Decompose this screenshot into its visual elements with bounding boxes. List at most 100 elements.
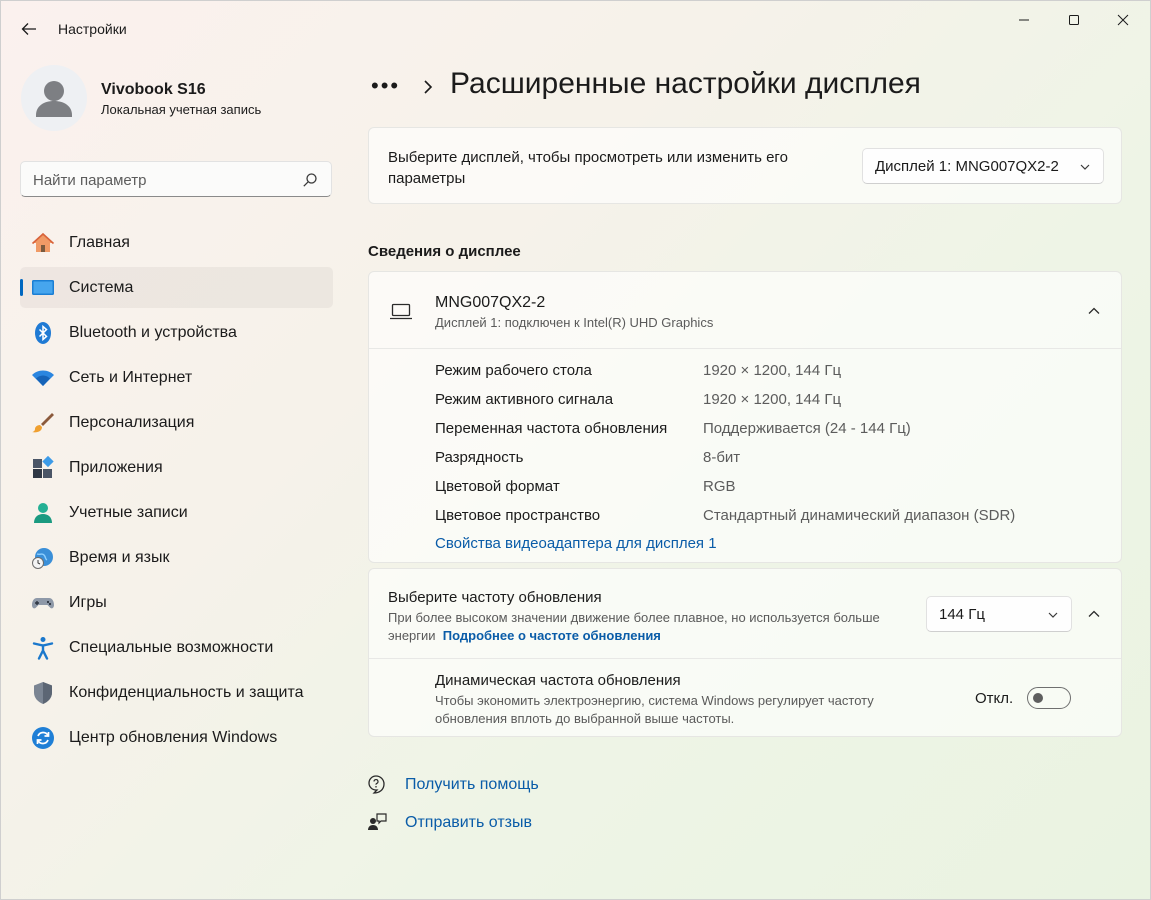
settings-window: Настройки Vivobook S16 Локальная учетная… [0,0,1151,900]
sidebar-item-label: Приложения [69,459,163,476]
sidebar-item-accounts[interactable]: Учетные записи [20,492,333,533]
sidebar-item-label: Система [69,279,134,296]
display-connection: Дисплей 1: подключен к Intel(R) UHD Grap… [435,315,714,330]
maximize-icon [1069,15,1079,25]
sidebar-item-network[interactable]: Сеть и Интернет [20,357,333,398]
windows-update-icon [31,726,55,750]
info-key: Переменная частота обновления [435,420,668,437]
bluetooth-icon [31,321,55,345]
sidebar-item-label: Персонализация [69,414,195,431]
refresh-rate-card: Выберите частоту обновления При более вы… [368,568,1122,737]
apps-icon [31,456,55,480]
refresh-rate-description: При более высоком значении движение боле… [388,609,908,645]
sidebar-item-label: Центр обновления Windows [69,729,278,746]
chevron-up-icon[interactable] [1087,607,1101,621]
adapter-properties-link[interactable]: Свойства видеоадаптера для дисплея 1 [435,535,717,552]
sidebar-item-personalization[interactable]: Персонализация [20,402,333,443]
help-chat-icon [368,775,385,794]
sidebar-nav: Главная Система Bluetooth и устройства С… [20,222,333,762]
sidebar-item-label: Учетные записи [69,504,188,521]
sidebar-item-accessibility[interactable]: Специальные возможности [20,627,333,668]
chevron-right-icon [424,80,433,94]
refresh-rate-dropdown[interactable]: 144 Гц [926,596,1072,632]
chevron-down-icon [1080,164,1090,170]
info-value: 8-бит [703,449,741,466]
feedback-icon [368,813,387,830]
back-button[interactable] [15,17,43,41]
sidebar-item-home[interactable]: Главная [20,222,333,263]
profile-name: Vivobook S16 [101,81,206,98]
refresh-rate-learn-more-link[interactable]: Подробнее о частоте обновления [443,628,661,643]
info-row: Цветовой формат RGB [435,476,1095,505]
avatar [21,65,87,131]
display-info-card: MNG007QX2-2 Дисплей 1: подключен к Intel… [368,271,1122,563]
app-title: Настройки [58,21,127,37]
display-info-header[interactable]: MNG007QX2-2 Дисплей 1: подключен к Intel… [369,272,1121,349]
user-avatar-icon [36,81,72,117]
sidebar-item-label: Главная [69,234,130,251]
display-select-card: Выберите дисплей, чтобы просмотреть или … [368,127,1122,204]
refresh-rate-value: 144 Гц [939,606,985,623]
display-name: MNG007QX2-2 [435,294,546,311]
dynamic-refresh-description: Чтобы экономить электроэнергию, система … [435,693,874,726]
get-help-label: Получить помощь [405,776,539,793]
shield-icon [31,681,55,705]
info-key: Режим активного сигнала [435,391,614,408]
sidebar-item-bluetooth[interactable]: Bluetooth и устройства [20,312,333,353]
info-key: Цветовое пространство [435,507,601,524]
info-value: RGB [703,478,736,495]
close-icon [1117,14,1129,26]
toggle-state-label: Откл. [975,690,1014,707]
display-dropdown-value: Дисплей 1: MNG007QX2-2 [875,158,1059,175]
sidebar-item-label: Специальные возможности [69,639,274,656]
close-button[interactable] [1100,7,1146,33]
refresh-rate-title: Выберите частоту обновления [388,589,602,606]
info-value: 1920 × 1200, 144 Гц [703,391,842,408]
title-bar: Настройки [1,1,1150,57]
send-feedback-link[interactable]: Отправить отзыв [367,809,627,837]
sidebar-item-privacy[interactable]: Конфиденциальность и защита [20,672,333,713]
breadcrumb-overflow-button[interactable]: ••• [371,73,400,99]
sidebar-item-windows-update[interactable]: Центр обновления Windows [20,717,333,758]
info-value: Поддерживается (24 - 144 Гц) [703,420,911,437]
user-profile[interactable]: Vivobook S16 Локальная учетная запись [21,65,321,131]
info-key: Режим рабочего стола [435,362,592,379]
dynamic-refresh-toggle[interactable] [1027,687,1071,709]
get-help-link[interactable]: Получить помощь [367,771,627,799]
sidebar-item-time-language[interactable]: Время и язык [20,537,333,578]
info-row: Режим рабочего стола 1920 × 1200, 144 Гц [435,360,1095,389]
accounts-icon [31,501,55,525]
info-row: Режим активного сигнала 1920 × 1200, 144… [435,389,1095,418]
laptop-icon [390,303,412,320]
sidebar-item-label: Bluetooth и устройства [69,324,237,341]
chevron-up-icon[interactable] [1087,304,1101,318]
profile-account-type: Локальная учетная запись [101,102,262,117]
sidebar-item-label: Время и язык [69,549,170,566]
display-info-table: Режим рабочего стола 1920 × 1200, 144 Гц… [435,360,1095,534]
info-row: Переменная частота обновления Поддержива… [435,418,1095,447]
system-icon [31,276,55,300]
info-key: Цветовой формат [435,478,560,495]
accessibility-icon [31,636,55,660]
arrow-left-icon [21,23,36,35]
wifi-icon [31,366,55,390]
dynamic-refresh-title: Динамическая частота обновления [435,672,681,689]
send-feedback-label: Отправить отзыв [405,814,532,831]
display-dropdown[interactable]: Дисплей 1: MNG007QX2-2 [862,148,1104,184]
info-value: Стандартный динамический диапазон (SDR) [703,507,1016,524]
time-language-icon [31,546,55,570]
minimize-button[interactable] [1001,7,1047,33]
sidebar-item-gaming[interactable]: Игры [20,582,333,623]
sidebar-item-system[interactable]: Система [20,267,333,308]
maximize-button[interactable] [1051,7,1097,33]
search-input[interactable]: Найти параметр [20,161,332,197]
info-key: Разрядность [435,449,524,466]
search-placeholder: Найти параметр [33,172,147,189]
sidebar-item-label: Сеть и Интернет [69,369,193,386]
section-heading: Сведения о дисплее [368,243,521,260]
sidebar-item-apps[interactable]: Приложения [20,447,333,488]
search-icon[interactable] [302,172,318,188]
info-value: 1920 × 1200, 144 Гц [703,362,842,379]
sidebar-item-label: Игры [69,594,107,611]
minimize-icon [1019,19,1029,21]
